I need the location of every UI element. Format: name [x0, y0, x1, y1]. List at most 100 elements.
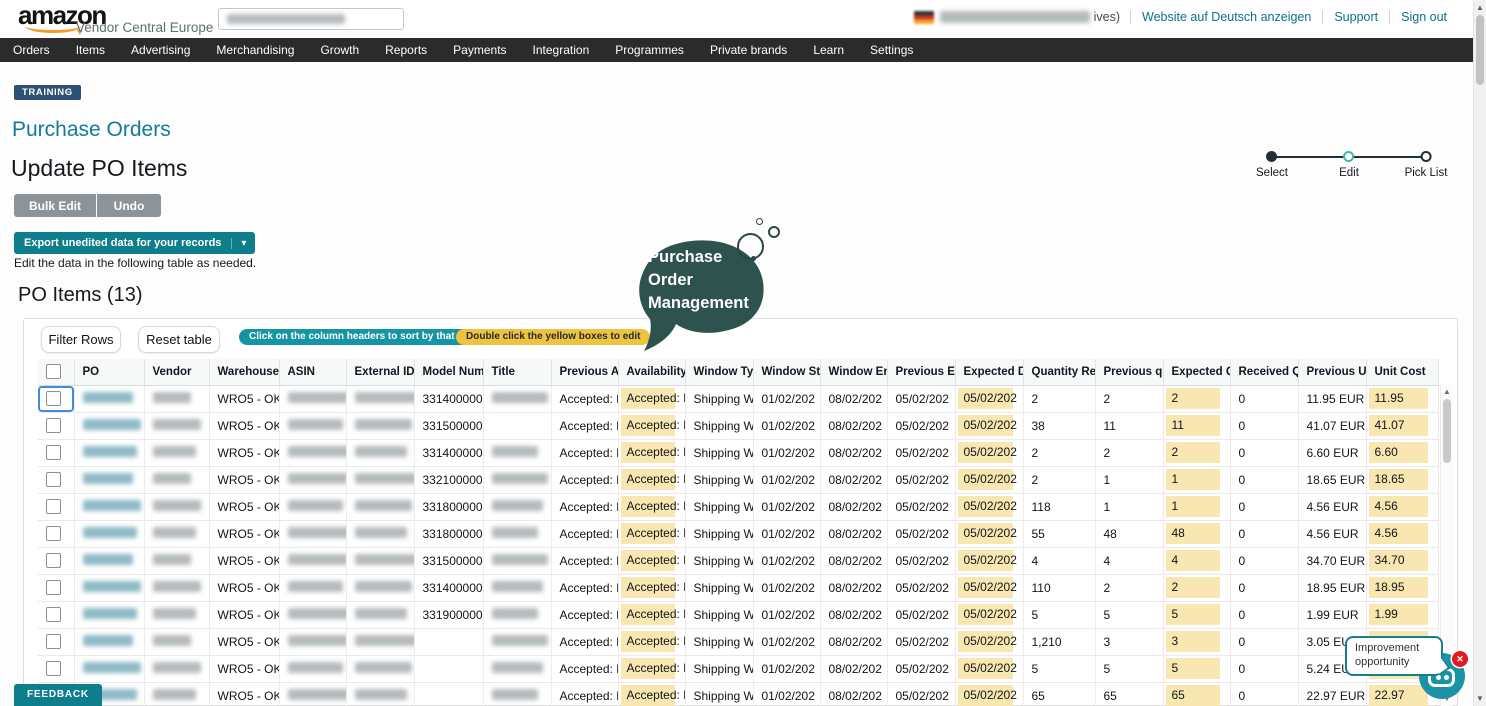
column-header-warehouse[interactable]: Warehouse	[209, 359, 279, 385]
nav-item-learn[interactable]: Learn	[800, 38, 857, 62]
editable-cell-expected_date[interactable]: 05/02/202	[958, 415, 1013, 436]
stepper-dot-pick-list[interactable]	[1420, 151, 1431, 162]
breadcrumb-purchase-orders[interactable]: Purchase Orders	[12, 118, 171, 142]
editable-cell-availability[interactable]: Accepted: E	[621, 604, 675, 625]
sign-out-link[interactable]: Sign out	[1389, 10, 1458, 24]
language-toggle-link[interactable]: Website auf Deutsch anzeigen	[1130, 10, 1322, 24]
editable-cell-expected_date[interactable]: 05/02/202	[958, 577, 1013, 598]
editable-cell-availability[interactable]: Accepted: E	[621, 415, 675, 436]
row-checkbox[interactable]	[46, 553, 61, 568]
stepper-dot-select[interactable]	[1267, 151, 1278, 162]
editable-cell-unit_cost[interactable]: 18.65	[1369, 469, 1428, 490]
nav-item-merchandising[interactable]: Merchandising	[203, 38, 307, 62]
row-checkbox[interactable]	[46, 472, 61, 487]
editable-cell-availability[interactable]: Accepted: E	[621, 685, 675, 706]
editable-cell-unit_cost[interactable]: 4.56	[1369, 523, 1428, 544]
column-header-unit_cost[interactable]: Unit Cost	[1366, 359, 1438, 385]
editable-cell-expected_qty[interactable]: 65	[1166, 685, 1220, 706]
feedback-button[interactable]: FEEDBACK	[14, 684, 102, 706]
editable-cell-unit_cost[interactable]: 6.60	[1369, 442, 1428, 463]
row-checkbox[interactable]	[46, 580, 61, 595]
filter-rows-button[interactable]: Filter Rows	[41, 326, 121, 353]
column-header-external_id[interactable]: External ID	[346, 359, 414, 385]
editable-cell-expected_date[interactable]: 05/02/202	[958, 496, 1013, 517]
editable-cell-expected_qty[interactable]: 3	[1166, 631, 1220, 652]
editable-cell-expected_qty[interactable]: 1	[1166, 469, 1220, 490]
reset-table-button[interactable]: Reset table	[138, 326, 220, 353]
column-header-prev_expected[interactable]: Previous Exp	[887, 359, 955, 385]
po-link-redacted[interactable]	[83, 446, 137, 457]
browser-scrollbar[interactable]: ▲ ▼	[1473, 0, 1486, 706]
editable-cell-availability[interactable]: Accepted: E	[621, 469, 675, 490]
editable-cell-unit_cost[interactable]: 41.07	[1369, 415, 1428, 436]
column-header-prev_qty[interactable]: Previous qua	[1095, 359, 1163, 385]
column-header-window_type[interactable]: Window Type	[685, 359, 753, 385]
export-unedited-data-button[interactable]: Export unedited data for your records ▾	[14, 232, 255, 254]
browser-scrollbar-thumb[interactable]	[1476, 15, 1484, 85]
column-header-window_start[interactable]: Window Star	[753, 359, 820, 385]
editable-cell-expected_date[interactable]: 05/02/202	[958, 523, 1013, 544]
editable-cell-expected_date[interactable]: 05/02/202	[958, 550, 1013, 571]
editable-cell-expected_qty[interactable]: 5	[1166, 604, 1220, 625]
editable-cell-availability[interactable]: Accepted: E	[621, 523, 675, 544]
editable-cell-expected_date[interactable]: 05/02/202	[958, 658, 1013, 679]
column-header-po[interactable]: PO	[74, 359, 144, 385]
column-header-expected_date[interactable]: Expected Dat	[955, 359, 1023, 385]
nav-item-payments[interactable]: Payments	[440, 38, 519, 62]
editable-cell-availability[interactable]: Accepted: E	[621, 388, 675, 409]
row-checkbox[interactable]	[46, 607, 61, 622]
undo-button[interactable]: Undo	[97, 194, 161, 217]
browser-scroll-down-arrow[interactable]: ▼	[1474, 692, 1486, 705]
editable-cell-unit_cost[interactable]: 18.95	[1369, 577, 1428, 598]
column-header-vendor[interactable]: Vendor	[144, 359, 209, 385]
assistant-close-button[interactable]: ✕	[1452, 651, 1468, 667]
stepper-dot-edit[interactable]	[1343, 151, 1354, 162]
editable-cell-expected_qty[interactable]: 2	[1166, 388, 1220, 409]
column-header-prev_unit_cost[interactable]: Previous Unit	[1298, 359, 1366, 385]
row-checkbox[interactable]	[46, 526, 61, 541]
editable-cell-unit_cost[interactable]: 4.56	[1369, 496, 1428, 517]
table-scrollbar-thumb[interactable]	[1443, 399, 1451, 463]
po-link-redacted[interactable]	[83, 635, 133, 646]
po-link-redacted[interactable]	[83, 392, 133, 403]
row-checkbox[interactable]	[46, 661, 61, 676]
editable-cell-availability[interactable]: Accepted: E	[621, 496, 675, 517]
po-link-redacted[interactable]	[83, 419, 141, 430]
editable-cell-expected_qty[interactable]: 4	[1166, 550, 1220, 571]
row-checkbox[interactable]	[46, 445, 61, 460]
row-checkbox[interactable]	[46, 634, 61, 649]
row-checkbox[interactable]	[46, 499, 61, 514]
editable-cell-availability[interactable]: Accepted: E	[621, 658, 675, 679]
nav-item-integration[interactable]: Integration	[520, 38, 603, 62]
po-link-redacted[interactable]	[83, 608, 137, 619]
account-selector-dropdown[interactable]	[218, 8, 404, 30]
column-header-asin[interactable]: ASIN	[279, 359, 346, 385]
nav-item-orders[interactable]: Orders	[0, 38, 63, 62]
editable-cell-expected_date[interactable]: 05/02/202	[958, 604, 1013, 625]
editable-cell-availability[interactable]: Accepted: E	[621, 550, 675, 571]
editable-cell-unit_cost[interactable]: 1.99	[1369, 604, 1428, 625]
editable-cell-expected_qty[interactable]: 2	[1166, 577, 1220, 598]
browser-scroll-up-arrow[interactable]: ▲	[1474, 1, 1486, 14]
column-header-expected_qty[interactable]: Expected Qua	[1163, 359, 1230, 385]
column-header-qty_requested[interactable]: Quantity Req	[1023, 359, 1095, 385]
po-link-redacted[interactable]	[83, 662, 141, 673]
editable-cell-expected_date[interactable]: 05/02/202	[958, 469, 1013, 490]
column-header-window_end[interactable]: Window End	[820, 359, 887, 385]
editable-cell-expected_qty[interactable]: 11	[1166, 415, 1220, 436]
column-header-model[interactable]: Model Numb	[414, 359, 483, 385]
po-link-redacted[interactable]	[83, 554, 133, 565]
editable-cell-expected_qty[interactable]: 1	[1166, 496, 1220, 517]
export-caret-icon[interactable]: ▾	[231, 238, 255, 249]
nav-item-programmes[interactable]: Programmes	[602, 38, 697, 62]
editable-cell-availability[interactable]: Accepted: E	[621, 631, 675, 652]
editable-cell-expected_qty[interactable]: 48	[1166, 523, 1220, 544]
environment-chevron-icon[interactable]: ⌄	[64, 83, 73, 96]
nav-item-items[interactable]: Items	[63, 38, 118, 62]
editable-cell-unit_cost[interactable]: 22.97	[1369, 685, 1428, 706]
column-header-availability[interactable]: Availability	[618, 359, 685, 385]
editable-cell-expected_qty[interactable]: 2	[1166, 442, 1220, 463]
nav-item-settings[interactable]: Settings	[857, 38, 926, 62]
po-link-redacted[interactable]	[83, 527, 137, 538]
column-header-title[interactable]: Title	[483, 359, 551, 385]
